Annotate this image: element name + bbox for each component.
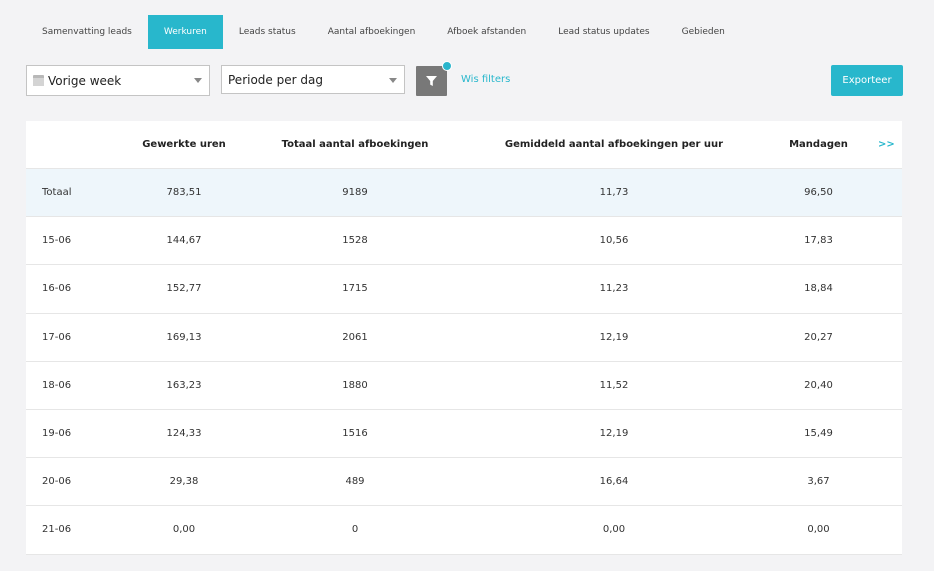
range-select[interactable]: Periode per dag (221, 65, 405, 94)
row-label: 15-06 (42, 235, 72, 247)
calendar-icon (33, 75, 44, 86)
table-row-total: Totaal 783,51 9189 11,73 96,50 (26, 169, 902, 218)
table-header-row: Gewerkte uren Totaal aantal afboekingen … (26, 121, 902, 169)
filter-button[interactable] (416, 61, 452, 96)
table-row: 18-06 163,23 1880 11,52 20,40 (26, 362, 902, 410)
tab-gebieden[interactable]: Gebieden (666, 15, 741, 49)
period-select-value: Vorige week (48, 73, 122, 88)
row-label: 21-06 (42, 524, 72, 536)
table-row: 16-06 152,77 1715 11,23 18,84 (26, 265, 902, 314)
cell-total-bookings: 1516 (342, 428, 368, 440)
period-select[interactable]: Vorige week (26, 65, 210, 96)
export-button[interactable]: Exporteer (831, 65, 903, 96)
cell-avg-bookings: 11,23 (599, 283, 629, 295)
row-label: 19-06 (42, 428, 72, 440)
cell-total-bookings: 1528 (342, 235, 368, 247)
cell-hours: 0,00 (172, 524, 196, 536)
cell-total-bookings: 489 (345, 476, 365, 488)
range-select-value: Periode per dag (228, 72, 323, 87)
active-filter-indicator (442, 61, 452, 71)
header-cell-avg-bookings[interactable]: Gemiddeld aantal afboekingen per uur (504, 121, 724, 168)
table-row: 17-06 169,13 2061 12,19 20,27 (26, 314, 902, 362)
cell-man-days: 17,83 (804, 235, 833, 247)
cell-man-days: 20,40 (804, 379, 833, 391)
cell-avg-bookings: 11,73 (599, 187, 629, 199)
cell-total-bookings: 1880 (342, 379, 368, 391)
cell-avg-bookings: 0,00 (602, 524, 626, 536)
cell-hours: 169,13 (166, 331, 202, 343)
table-row: 19-06 124,33 1516 12,19 15,49 (26, 410, 902, 459)
cell-man-days: 20,27 (804, 331, 833, 343)
chevron-down-icon (389, 78, 397, 83)
header-cell-man-days[interactable]: Mandagen (766, 121, 871, 168)
hours-table: Gewerkte uren Totaal aantal afboekingen … (26, 121, 902, 555)
cell-avg-bookings: 10,56 (599, 235, 629, 247)
header-cell-total-bookings[interactable]: Totaal aantal afboekingen (280, 121, 430, 168)
tab-afboek-afstanden[interactable]: Afboek afstanden (431, 15, 542, 49)
tab-bar: Samenvatting leads Werkuren Leads status… (26, 15, 741, 49)
cell-avg-bookings: 12,19 (599, 331, 629, 343)
cell-hours: 124,33 (166, 428, 202, 440)
cell-total-bookings: 1715 (342, 283, 368, 295)
table-row: 20-06 29,38 489 16,64 3,67 (26, 458, 902, 507)
row-label: Totaal (42, 187, 72, 199)
table-row: 21-06 0,00 0 0,00 0,00 (26, 506, 902, 555)
table-row: 15-06 144,67 1528 10,56 17,83 (26, 217, 902, 266)
more-columns-link[interactable]: >> (878, 121, 895, 168)
row-label: 17-06 (42, 331, 72, 343)
tab-leads-status[interactable]: Leads status (223, 15, 312, 49)
cell-man-days: 3,67 (807, 476, 830, 488)
cell-total-bookings: 9189 (342, 187, 368, 199)
row-label: 18-06 (42, 379, 72, 391)
row-label: 20-06 (42, 476, 72, 488)
cell-hours: 144,67 (166, 235, 202, 247)
tab-aantal-afboekingen[interactable]: Aantal afboekingen (312, 15, 432, 49)
tab-lead-status-updates[interactable]: Lead status updates (542, 15, 665, 49)
chevron-down-icon (194, 78, 202, 83)
cell-avg-bookings: 11,52 (599, 379, 629, 391)
row-label: 16-06 (42, 283, 72, 295)
filter-bar: Vorige week Periode per dag Wis filters … (26, 61, 903, 97)
cell-hours: 152,77 (166, 283, 202, 295)
tab-samenvatting-leads[interactable]: Samenvatting leads (26, 15, 148, 49)
clear-filters-link[interactable]: Wis filters (461, 74, 510, 85)
funnel-icon (426, 76, 437, 86)
header-cell-hours[interactable]: Gewerkte uren (129, 121, 239, 168)
cell-avg-bookings: 12,19 (599, 428, 629, 440)
cell-hours: 783,51 (166, 187, 202, 199)
cell-man-days: 0,00 (807, 524, 830, 536)
cell-avg-bookings: 16,64 (599, 476, 629, 488)
cell-man-days: 96,50 (804, 187, 833, 199)
cell-total-bookings: 0 (351, 524, 359, 536)
cell-hours: 29,38 (169, 476, 199, 488)
cell-man-days: 18,84 (804, 283, 833, 295)
cell-man-days: 15,49 (804, 428, 833, 440)
cell-hours: 163,23 (166, 379, 202, 391)
tab-werkuren[interactable]: Werkuren (147, 15, 223, 49)
cell-total-bookings: 2061 (342, 331, 368, 343)
